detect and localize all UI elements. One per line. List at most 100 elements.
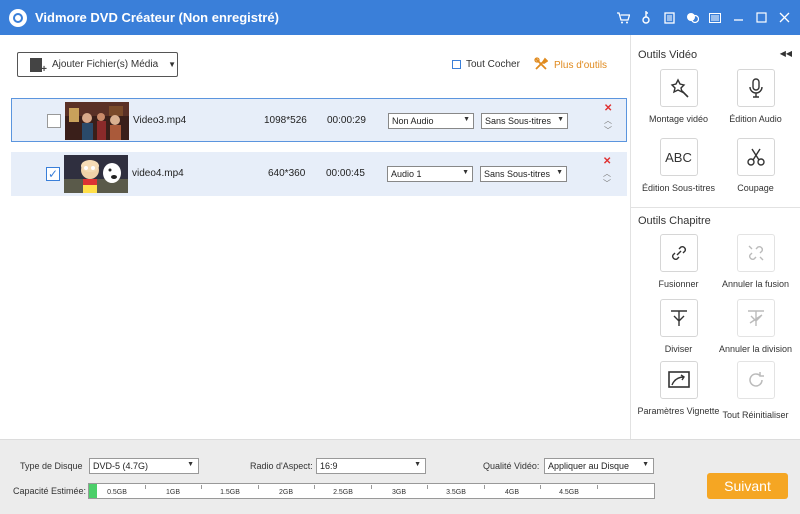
minimize-icon[interactable]	[728, 8, 748, 28]
tool-label: Annuler la division	[718, 344, 793, 354]
move-down-icon[interactable]: ﹀	[603, 178, 611, 189]
file-duration: 00:00:29	[327, 115, 366, 126]
file-checkbox[interactable]: ✓	[46, 167, 60, 181]
tool-label: Paramètres Vignette	[637, 406, 720, 416]
bottom-bar: Type de Disque DVD-5 (4.7G) ▼ Radio d'As…	[0, 439, 800, 514]
chapter-tools-header: Outils Chapitre	[638, 215, 711, 227]
scissors-icon[interactable]	[736, 138, 775, 176]
add-media-button[interactable]: Ajouter Fichier(s) Média ▼	[17, 52, 178, 77]
close-icon[interactable]	[774, 8, 794, 28]
capacity-tick-label: 4GB	[504, 489, 520, 496]
tool-thumbnail-settings[interactable]: Paramètres Vignette	[636, 361, 721, 417]
move-down-icon[interactable]: ﹀	[604, 125, 612, 136]
subtitle-select[interactable]: Sans Sous-titres ▼	[480, 166, 567, 182]
capacity-label: Capacité Estimée:	[13, 486, 87, 496]
magic-wand-icon[interactable]	[659, 69, 698, 107]
thumbnail-settings-icon[interactable]	[659, 361, 698, 399]
window-title: Vidmore DVD Créateur (Non enregistré)	[35, 10, 279, 25]
capacity-tick-label: 4.5GB	[559, 489, 579, 496]
subtitle-select[interactable]: Sans Sous-titres ▼	[481, 113, 568, 129]
file-resolution: 640*360	[268, 168, 306, 179]
capacity-tick-label: 3GB	[391, 489, 407, 496]
quality-select[interactable]: Appliquer au Disque ▼	[544, 458, 654, 474]
microphone-icon[interactable]	[736, 69, 775, 107]
capacity-fill	[89, 484, 97, 498]
document-icon[interactable]	[659, 8, 679, 28]
capacity-tick	[427, 485, 428, 489]
tool-split[interactable]: Diviser	[636, 299, 721, 355]
chevron-down-icon: ▼	[187, 461, 194, 468]
tool-label: Fusionner	[658, 279, 699, 289]
file-row[interactable]: Video3.mp4 1098*526 00:00:29 Non Audio ▼…	[11, 98, 627, 142]
file-name: Video3.mp4	[133, 115, 187, 126]
select-all-checkbox[interactable]: Tout Cocher	[452, 59, 520, 70]
capacity-tick	[484, 485, 485, 489]
quality-label: Qualité Vidéo:	[483, 461, 540, 471]
capacity-tick-label: 1GB	[165, 489, 181, 496]
audio-select[interactable]: Audio 1 ▼	[387, 166, 473, 182]
file-name: video4.mp4	[132, 168, 184, 179]
tool-subtitle-edit[interactable]: ABC Édition Sous-titres	[636, 138, 721, 194]
capacity-bar: 0.5GB 1GB 1.5GB 2GB 2.5GB 3GB 3.5GB 4GB 4.5GB	[88, 483, 655, 499]
key-icon[interactable]	[636, 8, 656, 28]
capacity-tick	[201, 485, 202, 489]
tool-label: Édition Sous-titres	[641, 183, 716, 193]
more-tools-button[interactable]: Plus d'outils	[534, 57, 607, 74]
file-checkbox[interactable]	[47, 114, 61, 128]
tool-label: Montage vidéo	[648, 114, 709, 124]
aspect-select[interactable]: 16:9 ▼	[316, 458, 426, 474]
capacity-tick-label: 1.5GB	[220, 489, 240, 496]
remove-icon[interactable]: ✕	[603, 156, 611, 167]
next-button[interactable]: Suivant	[707, 473, 788, 499]
tool-video-edit[interactable]: Montage vidéo	[636, 69, 721, 125]
video-tools-header: Outils Vidéo	[638, 49, 698, 61]
reset-icon[interactable]	[736, 361, 775, 399]
maximize-icon[interactable]	[751, 8, 771, 28]
tool-unsplit[interactable]: Annuler la division	[713, 299, 798, 355]
capacity-tick	[540, 485, 541, 489]
cart-icon[interactable]	[613, 8, 633, 28]
file-list-panel: Ajouter Fichier(s) Média ▼ Tout Cocher P…	[0, 35, 630, 439]
link-icon[interactable]	[659, 234, 698, 272]
collapse-panel-icon[interactable]: ◀◀	[780, 49, 792, 58]
menu-icon[interactable]	[705, 8, 725, 28]
disc-type-select[interactable]: DVD-5 (4.7G) ▼	[89, 458, 199, 474]
chevron-down-icon: ▼	[414, 461, 421, 468]
capacity-tick	[597, 485, 598, 489]
abc-icon[interactable]: ABC	[659, 138, 698, 176]
select-all-label: Tout Cocher	[466, 59, 520, 70]
add-media-label: Ajouter Fichier(s) Média	[52, 59, 159, 70]
tool-unmerge[interactable]: Annuler la fusion	[713, 234, 798, 290]
file-row[interactable]: ✓ video4.mp4 640*360 00:00:45 Audio 1 ▼	[11, 152, 627, 196]
app-logo-icon	[9, 8, 27, 27]
tool-cut[interactable]: Coupage	[713, 138, 798, 194]
more-tools-label: Plus d'outils	[554, 60, 608, 71]
unlink-icon[interactable]	[736, 234, 775, 272]
tool-label: Diviser	[664, 344, 693, 354]
capacity-tick-label: 0.5GB	[107, 489, 127, 496]
chevron-down-icon: ▼	[557, 116, 564, 123]
tool-label: Coupage	[737, 183, 774, 193]
add-file-icon	[30, 57, 47, 75]
chevron-down-icon: ▼	[642, 461, 649, 468]
tool-merge[interactable]: Fusionner	[636, 234, 721, 290]
audio-select[interactable]: Non Audio ▼	[388, 113, 474, 129]
chat-icon[interactable]	[682, 8, 702, 28]
file-duration: 00:00:45	[326, 168, 365, 179]
capacity-tick	[314, 485, 315, 489]
quality-value: Appliquer au Disque	[548, 461, 630, 471]
capacity-tick-label: 2.5GB	[333, 489, 353, 496]
video-thumbnail	[64, 155, 128, 193]
unsplit-icon[interactable]	[736, 299, 775, 337]
chevron-down-icon: ▼	[168, 60, 177, 69]
disc-type-label: Type de Disque	[20, 461, 83, 471]
capacity-tick	[258, 485, 259, 489]
tool-reset-all[interactable]: Tout Réinitialiser	[713, 361, 798, 421]
tool-audio-edit[interactable]: Édition Audio	[713, 69, 798, 125]
capacity-tick	[145, 485, 146, 489]
chevron-down-icon: ▼	[463, 116, 470, 123]
split-icon[interactable]	[659, 299, 698, 337]
remove-icon[interactable]: ✕	[604, 103, 612, 114]
select-all-box[interactable]	[452, 60, 461, 69]
capacity-tick	[371, 485, 372, 489]
